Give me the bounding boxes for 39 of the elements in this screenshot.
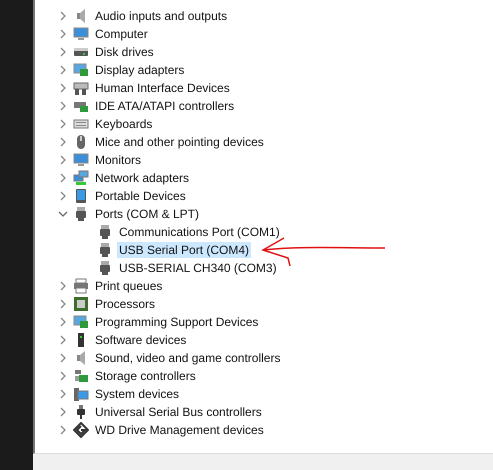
tree-item[interactable]: Communications Port (COM1) bbox=[117, 224, 282, 240]
tree-item[interactable]: Monitors bbox=[93, 152, 144, 168]
tree-item[interactable]: Sound, video and game controllers bbox=[93, 350, 282, 366]
port-icon bbox=[97, 242, 113, 258]
tree-item[interactable]: Software devices bbox=[93, 332, 188, 348]
computer-icon bbox=[73, 386, 89, 402]
tree-item[interactable]: USB Serial Port (COM4) bbox=[117, 242, 252, 258]
port-icon bbox=[97, 260, 113, 276]
chip-icon bbox=[73, 296, 89, 312]
network-icon bbox=[73, 170, 89, 186]
tree-item[interactable]: USB-SERIAL CH340 (COM3) bbox=[117, 260, 279, 276]
display-card-icon bbox=[73, 314, 89, 330]
printer-icon bbox=[73, 278, 89, 294]
diamond-icon bbox=[73, 422, 89, 438]
tree-item[interactable]: Keyboards bbox=[93, 116, 154, 132]
tree-item[interactable]: Computer bbox=[93, 26, 150, 42]
tree-item[interactable]: Storage controllers bbox=[93, 368, 198, 384]
tree-item[interactable]: Disk drives bbox=[93, 44, 156, 60]
tree-item[interactable]: Audio inputs and outputs bbox=[93, 8, 230, 24]
tree-item[interactable]: Mice and other pointing devices bbox=[93, 134, 266, 150]
tablet-icon bbox=[73, 188, 89, 204]
tree-item[interactable]: Network adapters bbox=[93, 170, 192, 186]
tree-item[interactable]: Ports (COM & LPT) bbox=[93, 206, 202, 222]
monitor-icon bbox=[73, 152, 89, 168]
tree-item[interactable]: IDE ATA/ATAPI controllers bbox=[93, 98, 236, 114]
tree-item[interactable]: Universal Serial Bus controllers bbox=[93, 404, 264, 420]
tree-item[interactable]: Print queues bbox=[93, 278, 164, 294]
tree-item[interactable]: Human Interface Devices bbox=[93, 80, 232, 96]
port-icon bbox=[97, 224, 113, 240]
tree-item[interactable]: Processors bbox=[93, 296, 158, 312]
tree-item[interactable]: Portable Devices bbox=[93, 188, 188, 204]
port-icon bbox=[73, 206, 89, 222]
storage-icon bbox=[73, 368, 89, 384]
tree-item[interactable]: System devices bbox=[93, 386, 182, 402]
monitor-icon bbox=[73, 26, 89, 42]
display-card-icon bbox=[73, 62, 89, 78]
tree-item[interactable]: WD Drive Management devices bbox=[93, 422, 266, 438]
tree-item[interactable]: Display adapters bbox=[93, 62, 186, 78]
tree-item[interactable]: Programming Support Devices bbox=[93, 314, 260, 330]
